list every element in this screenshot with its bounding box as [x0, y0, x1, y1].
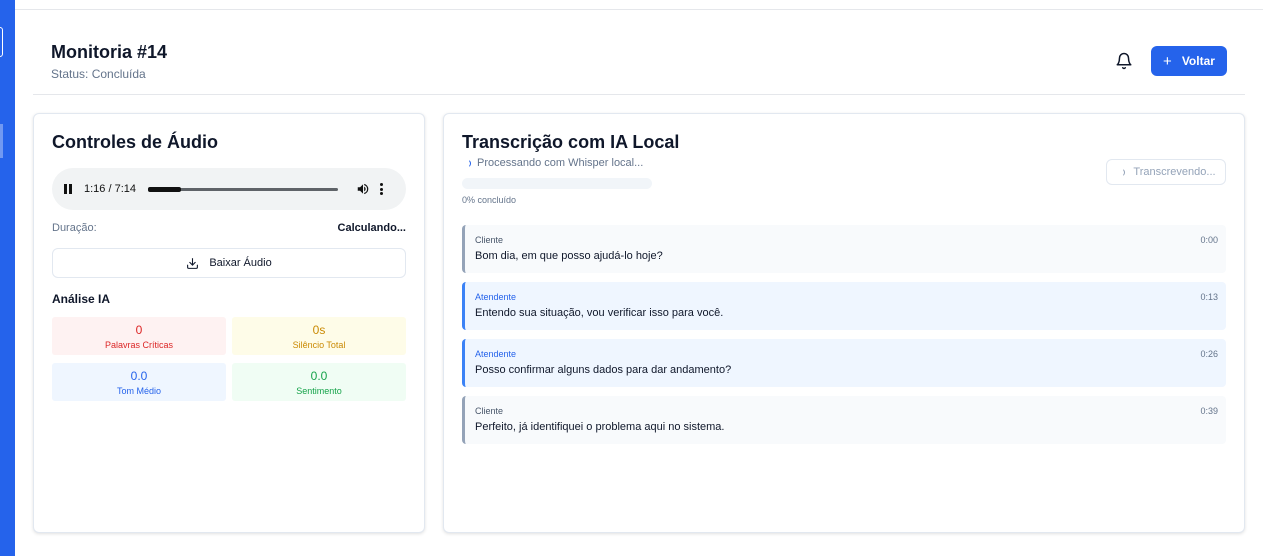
download-audio-label: Baixar Áudio — [209, 257, 272, 269]
metric-value: 0.0 — [130, 368, 148, 383]
transcribing-button-label: Transcrevendo... — [1133, 166, 1216, 178]
sidebar-active-item[interactable] — [0, 124, 3, 158]
metric-label: Palavras Críticas — [104, 339, 174, 350]
sidebar — [0, 0, 15, 556]
timestamp: 0:26 — [1200, 349, 1218, 359]
transcript-line[interactable]: Atendente 0:13 Entendo sua situação, vou… — [462, 282, 1226, 330]
download-icon — [187, 257, 199, 269]
duration-label: Duração: — [52, 222, 97, 234]
processing-status: Processando com Whisper local... — [462, 157, 643, 169]
loading-spinner-icon — [1116, 167, 1126, 177]
bell-icon[interactable] — [1115, 52, 1133, 70]
header-divider — [33, 94, 1245, 95]
audio-controls-card: Controles de Áudio 1:16 / 7:14 Duração: … — [33, 113, 425, 533]
speaker-label: Atendente — [475, 292, 517, 302]
plus-icon: + — [1163, 52, 1172, 70]
speaker-label: Cliente — [475, 406, 504, 416]
audio-player[interactable]: 1:16 / 7:14 — [52, 168, 406, 210]
metric-critical-words: 0 Palavras Críticas — [52, 317, 226, 355]
transcription-progress-bar — [462, 178, 652, 189]
sidebar-toggle[interactable] — [0, 27, 3, 57]
loading-spinner-icon — [462, 158, 471, 168]
audio-time-display: 1:16 / 7:14 — [84, 183, 136, 195]
transcript-text: Perfeito, já identifiquei o problema aqu… — [475, 421, 725, 433]
more-options-icon[interactable] — [380, 183, 384, 195]
transcript-text: Bom dia, em que posso ajudá-lo hoje? — [475, 250, 663, 262]
metric-total-silence: 0s Silêncio Total — [232, 317, 406, 355]
audio-seek-bar[interactable] — [148, 186, 338, 192]
transcribing-button[interactable]: Transcrevendo... — [1106, 159, 1226, 185]
transcript-list: Cliente 0:00 Bom dia, em que posso ajudá… — [462, 225, 1226, 453]
topbar-divider — [15, 9, 1263, 10]
transcription-card-title: Transcrição com IA Local — [462, 132, 680, 152]
page-status: Status: Concluída — [51, 67, 146, 81]
back-button[interactable]: + Voltar — [1151, 46, 1227, 76]
transcript-text: Entendo sua situação, vou verificar isso… — [475, 307, 724, 319]
main-content: Monitoria #14 Status: Concluída + Voltar… — [15, 0, 1263, 556]
transcript-line[interactable]: Atendente 0:26 Posso confirmar alguns da… — [462, 339, 1226, 387]
transcript-text: Posso confirmar alguns dados para dar an… — [475, 364, 732, 376]
transcript-line[interactable]: Cliente 0:39 Perfeito, já identifiquei o… — [462, 396, 1226, 444]
metric-value: 0s — [312, 322, 326, 337]
speaker-label: Cliente — [475, 235, 504, 245]
progress-text: 0% concluído — [462, 195, 517, 205]
metric-label: Silêncio Total — [292, 339, 346, 350]
metric-value: 0 — [135, 322, 143, 337]
metric-sentiment: 0.0 Sentimento — [232, 363, 406, 401]
transcription-card: Transcrição com IA Local Processando com… — [443, 113, 1245, 533]
duration-row: Duração: Calculando... — [52, 222, 406, 234]
metric-average-tone: 0.0 Tom Médio — [52, 363, 226, 401]
page-title: Monitoria #14 — [51, 42, 168, 62]
processing-text: Processando com Whisper local... — [477, 157, 644, 169]
download-audio-button[interactable]: Baixar Áudio — [52, 248, 406, 278]
pause-icon[interactable] — [64, 184, 74, 194]
metric-label: Sentimento — [296, 385, 342, 396]
audio-seek-progress — [148, 186, 182, 192]
back-button-label: Voltar — [1181, 54, 1215, 68]
timestamp: 0:39 — [1200, 406, 1218, 416]
audio-card-title: Controles de Áudio — [52, 132, 218, 152]
metric-value: 0.0 — [310, 368, 328, 383]
timestamp: 0:13 — [1200, 292, 1218, 302]
duration-value: Calculando... — [337, 222, 406, 234]
speaker-label: Atendente — [475, 349, 517, 359]
transcript-line[interactable]: Cliente 0:00 Bom dia, em que posso ajudá… — [462, 225, 1226, 273]
timestamp: 0:00 — [1200, 235, 1218, 245]
metric-label: Tom Médio — [116, 385, 161, 396]
volume-icon[interactable] — [356, 182, 370, 196]
analysis-title: Análise IA — [52, 292, 111, 306]
